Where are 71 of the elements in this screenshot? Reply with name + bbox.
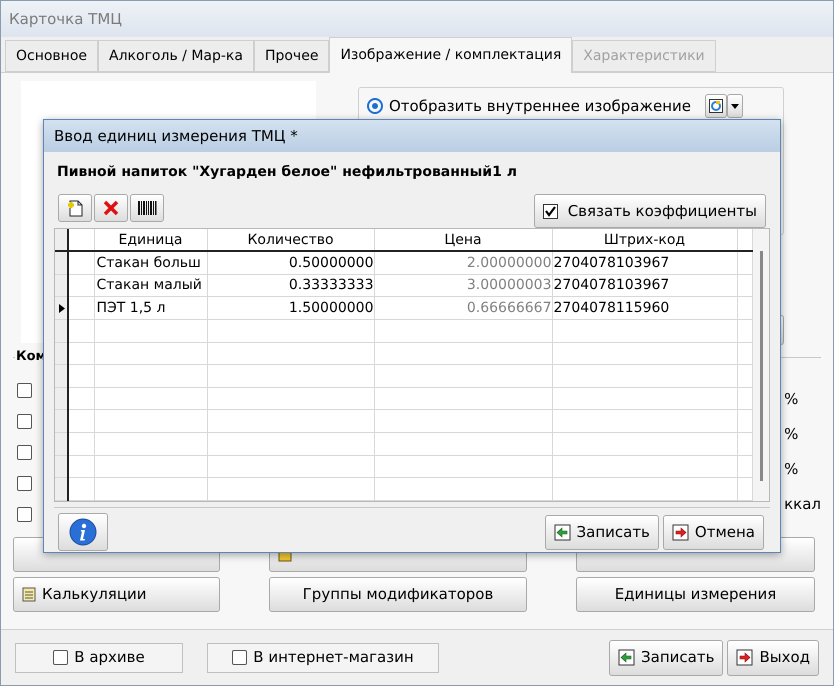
arrow-right-icon xyxy=(672,524,689,540)
flag-label: В интернет-магазин xyxy=(253,647,414,668)
dialog-button[interactable]: Отмена xyxy=(662,514,764,550)
table-row[interactable]: Стакан малый 0.33333333 3.00000003 2704078103967 xyxy=(55,274,752,297)
checkbox[interactable] xyxy=(17,507,32,522)
unit-label: % xyxy=(784,390,800,409)
tab[interactable]: Изображение / комплектация xyxy=(329,37,572,73)
footer-button[interactable]: Выход xyxy=(727,640,819,676)
action-button[interactable]: Группы модификаторов xyxy=(269,577,527,612)
column-header[interactable]: Штрих-код xyxy=(552,229,737,251)
arrow-left-icon xyxy=(618,649,636,666)
info-button[interactable] xyxy=(58,513,108,551)
action-button[interactable]: Калькуляции xyxy=(13,577,220,612)
flag-label: В архиве xyxy=(74,647,145,668)
unit-label: ккал xyxy=(784,495,821,514)
column-header[interactable]: Единица xyxy=(94,229,207,251)
item-name: Пивной напиток "Хугарден белое" нефильтрованный1 л xyxy=(57,163,518,182)
caret-icon xyxy=(731,104,739,108)
refresh-button[interactable] xyxy=(705,94,727,118)
barcode-button[interactable] xyxy=(130,194,164,222)
radio-button[interactable] xyxy=(367,98,383,114)
checkbox[interactable] xyxy=(17,414,32,429)
flag-option[interactable]: В интернет-магазин xyxy=(207,642,439,672)
table-cell: 1.50000000 xyxy=(207,296,374,320)
table-cell: 2704078103967 xyxy=(552,274,737,297)
checkbox[interactable] xyxy=(17,383,32,398)
checkbox[interactable] xyxy=(17,476,32,491)
table-cell: 0.33333333 xyxy=(207,274,374,297)
tab[interactable]: Алкоголь / Мар-ка xyxy=(98,40,254,72)
add-button[interactable] xyxy=(58,194,92,222)
unit-label: % xyxy=(784,425,800,444)
checkbox[interactable] xyxy=(232,650,248,665)
arrow-left-icon xyxy=(554,524,571,540)
table-cell: 0.66666667 xyxy=(374,296,552,320)
barcode-icon xyxy=(137,200,157,216)
table-cell: Стакан малый xyxy=(94,274,207,297)
table-cell: Стакан больш xyxy=(94,251,207,274)
check-icon xyxy=(544,206,556,216)
list-icon xyxy=(22,587,36,602)
new-document-icon xyxy=(66,199,84,217)
table-cell: 2704078103967 xyxy=(552,251,737,274)
tab[interactable]: Основное xyxy=(5,40,98,72)
dropdown-button[interactable] xyxy=(727,94,743,118)
table-cell: ПЭТ 1,5 л xyxy=(94,296,207,320)
table-cell: 0.50000000 xyxy=(207,251,374,274)
dialog-button[interactable]: Записать xyxy=(544,514,659,550)
link-coefficients-toggle[interactable]: Связать коэффициенты xyxy=(534,194,766,228)
scrollbar[interactable] xyxy=(760,251,762,481)
checkbox[interactable] xyxy=(53,650,68,665)
current-row-icon xyxy=(59,304,65,313)
table-cell: 3.00000003 xyxy=(374,274,552,297)
window-title: Карточка ТМЦ xyxy=(9,8,122,30)
unit-label: % xyxy=(784,460,800,479)
tab[interactable]: Прочее xyxy=(254,40,330,72)
radio-label: Отобразить внутреннее изображение xyxy=(389,96,691,117)
info-icon xyxy=(69,518,97,546)
table-cell: 2704078115960 xyxy=(552,296,737,320)
checkbox[interactable] xyxy=(17,445,32,460)
arrow-right-icon xyxy=(736,649,754,666)
flag-option[interactable]: В архиве xyxy=(15,642,183,672)
close-icon xyxy=(103,200,119,216)
column-header[interactable]: Цена xyxy=(374,229,552,251)
column-header[interactable]: Количество xyxy=(207,229,374,251)
table-cell: 2.00000000 xyxy=(374,251,552,274)
refresh-icon xyxy=(709,99,723,113)
table-row[interactable]: ПЭТ 1,5 л 1.50000000 0.66666667 2704078115960 xyxy=(55,296,752,320)
action-button[interactable]: Единицы измерения xyxy=(576,577,815,612)
table-row[interactable]: Стакан больш 0.50000000 2.00000000 2704078103967 xyxy=(55,251,752,274)
footer-button[interactable]: Записать xyxy=(609,640,724,676)
dialog-title: Ввод единиц измерения ТМЦ * xyxy=(54,126,298,147)
delete-button[interactable] xyxy=(94,194,128,222)
